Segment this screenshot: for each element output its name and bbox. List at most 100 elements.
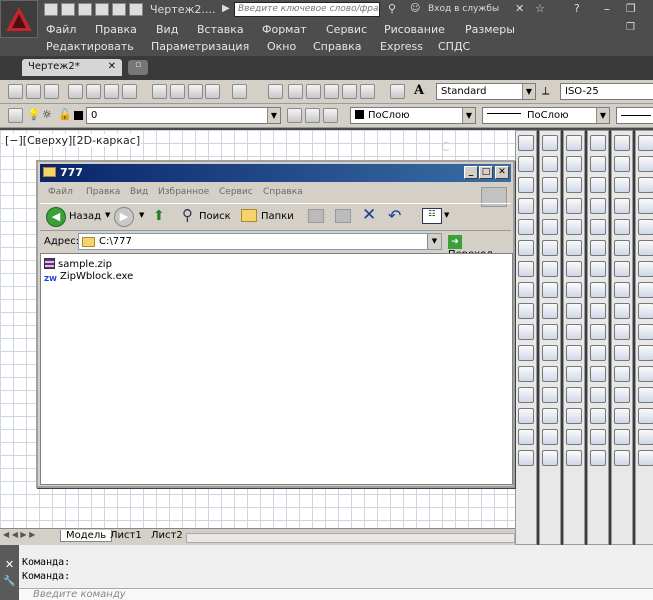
helix-icon[interactable] [614,282,630,298]
menu-modify[interactable]: Редактировать [46,40,134,53]
linetype-select[interactable]: ПоСлою ▼ [482,107,610,124]
views-dropdown-icon[interactable]: ▼ [444,211,449,219]
make-current-icon[interactable] [287,108,302,123]
offset-icon[interactable] [566,198,582,214]
presspull-icon[interactable] [614,345,630,361]
snap-nearest-icon[interactable] [590,387,606,403]
tab-model[interactable]: Модель [60,530,113,542]
back-dropdown-icon[interactable]: ▼ [105,211,110,219]
horizontal-scrollbar[interactable] [186,533,515,543]
chamfer-icon[interactable] [566,408,582,424]
redo-icon[interactable] [232,84,247,99]
open-file-icon[interactable] [61,3,75,16]
torus-icon[interactable] [614,240,630,256]
aligned-dim-icon[interactable] [518,156,534,172]
add-selected-icon[interactable] [542,450,558,466]
cone-icon[interactable] [614,177,630,193]
wedge-icon[interactable] [614,156,630,172]
address-input[interactable]: C:\777 ▼ [78,233,442,250]
menu-express[interactable]: Express [380,40,423,53]
maximize-icon[interactable]: □ [479,166,493,179]
revolve-icon[interactable] [614,387,630,403]
markup-icon[interactable] [360,84,375,99]
paste-icon[interactable] [188,84,203,99]
sheet-set-icon[interactable] [342,84,357,99]
snap-endpoint-icon[interactable] [590,177,606,193]
view-back-icon[interactable] [638,240,653,256]
restore-app-icon[interactable]: ❐ [626,2,636,15]
quick-dim-icon[interactable] [518,303,534,319]
new-file-icon[interactable] [44,3,58,16]
menu-format[interactable]: Формат [262,23,307,36]
properties-icon[interactable] [288,84,303,99]
view-bottom-icon[interactable] [638,156,653,172]
sun-props-icon[interactable] [638,450,653,466]
help-icon[interactable]: ? [574,2,580,15]
layer-states-icon[interactable] [323,108,338,123]
copy-to-icon[interactable] [335,209,351,223]
point-icon[interactable] [542,366,558,382]
binoculars-icon[interactable]: ⚲ [388,2,404,16]
revcloud-icon[interactable] [542,282,558,298]
lights-icon[interactable] [638,408,653,424]
lineweight-select[interactable] [616,107,653,124]
ordinate-icon[interactable] [518,198,534,214]
mtext-draw-icon[interactable] [542,429,558,445]
trim-icon[interactable] [566,324,582,340]
command-handle[interactable]: ✕ 🔧 [0,545,19,600]
polygon-icon[interactable] [542,198,558,214]
explorer-menu-help[interactable]: Справка [263,187,303,197]
menu-help[interactable]: Справка [313,40,361,53]
tolerance-icon[interactable] [518,366,534,382]
xline-icon[interactable] [542,156,558,172]
open-icon[interactable] [26,84,41,99]
block-icon[interactable] [542,345,558,361]
subtract-icon[interactable] [614,450,630,466]
view-camera-icon[interactable] [638,282,653,298]
pan-icon[interactable] [268,84,283,99]
circle-icon[interactable] [542,261,558,277]
up-folder-icon[interactable]: ⬆ [153,208,165,224]
tab-nav-arrows-icon[interactable]: ◀ ◀ ▶ ▶ [3,530,35,539]
forward-arrow-icon[interactable]: ▶ [114,207,134,227]
snap-tangent-icon[interactable] [590,282,606,298]
layer-select[interactable]: 0 ▼ [86,107,281,124]
ellipse-icon[interactable] [542,324,558,340]
design-center-icon[interactable] [306,84,321,99]
orbit-icon[interactable] [638,303,653,319]
menu-insert[interactable]: Вставка [197,23,244,36]
extrude-icon[interactable] [614,324,630,340]
mirror-icon[interactable] [566,177,582,193]
preview-icon[interactable] [86,84,101,99]
baseline-icon[interactable] [518,324,534,340]
view-top-icon[interactable] [638,135,653,151]
redo-icon[interactable] [112,3,126,16]
forward-dropdown-icon[interactable]: ▼ [139,211,144,219]
view-iso-icon[interactable] [638,261,653,277]
save-icon[interactable] [44,84,59,99]
array-icon[interactable] [566,219,582,235]
close-tab-icon[interactable]: ✕ [108,61,116,72]
snap-none-icon[interactable] [590,408,606,424]
back-button[interactable]: Назад [69,211,101,222]
undo-icon[interactable] [95,3,109,16]
signin-link[interactable]: Вход в службы [428,4,499,14]
join-icon[interactable] [566,387,582,403]
tool-palettes-icon[interactable] [324,84,339,99]
copy-obj-icon[interactable] [566,156,582,172]
expand-arrow-icon[interactable]: ▶ [222,3,230,14]
snap-node-icon[interactable] [590,366,606,382]
pyramid-icon[interactable] [614,261,630,277]
view-right-icon[interactable] [638,198,653,214]
menu-tools[interactable]: Сервис [326,23,367,36]
exchange-icon[interactable]: ✕ [515,2,524,15]
back-arrow-icon[interactable]: ◀ [46,207,66,227]
3d-print-icon[interactable] [122,84,137,99]
render-icon[interactable] [638,387,653,403]
explorer-menu-view[interactable]: Вид [130,187,148,197]
menu-parametric[interactable]: Параметризация [151,40,249,53]
sweep-icon[interactable] [614,366,630,382]
save-icon[interactable] [78,3,92,16]
app-menu-button[interactable] [0,0,38,38]
search-button[interactable]: Поиск [199,211,231,222]
